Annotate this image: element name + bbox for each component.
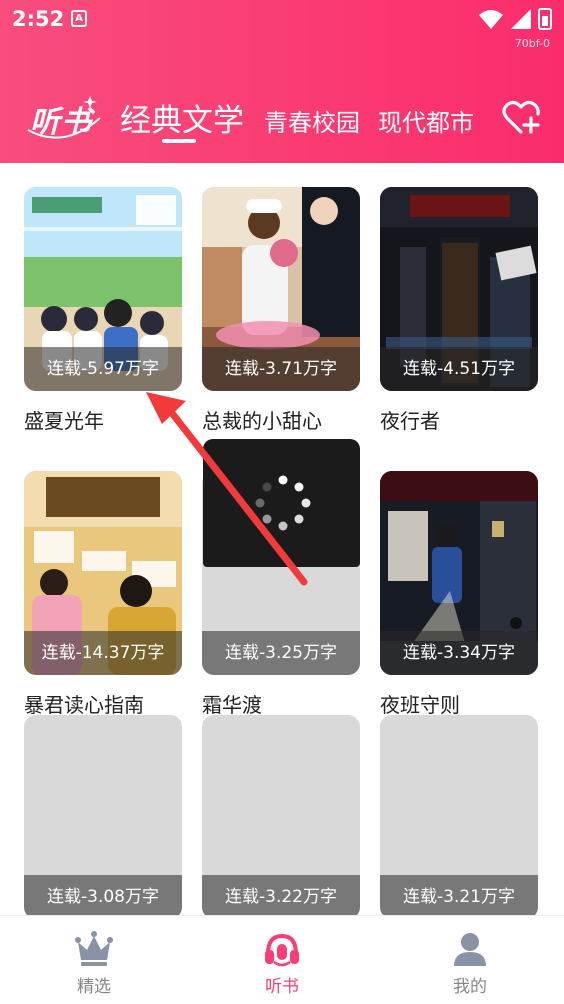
nav-label-mine: 我的 <box>453 977 487 997</box>
book-cover[interactable]: 连载-3.22万字 <box>202 715 360 915</box>
book-status: 连载-3.08万字 <box>24 875 182 915</box>
category-tabs: 经典文学 青春校园 现代都市 <box>120 95 492 143</box>
book-card[interactable]: 连载-3.34万字 夜班守则 <box>380 471 538 718</box>
user-icon <box>454 933 486 966</box>
loading-spinner-icon <box>255 475 311 531</box>
book-status: 连载-3.21万字 <box>380 875 538 915</box>
book-status: 连载-3.34万字 <box>380 631 538 675</box>
book-cover[interactable]: 连载-3.71万字 <box>202 187 360 391</box>
book-card[interactable]: 连载-3.71万字 总裁的小甜心 <box>202 187 360 434</box>
nav-item-mine[interactable]: 我的 <box>376 916 564 1004</box>
book-title[interactable]: 盛夏光年 <box>24 405 182 434</box>
book-cover[interactable]: 连载-3.08万字 <box>24 715 182 915</box>
book-card[interactable]: 连载-4.51万字 夜行者 <box>380 187 538 434</box>
app-header: 2:52 A 70bf-0 听书 经典文学 青春校园 现代都市 <box>0 0 564 163</box>
headphones-icon <box>265 933 299 967</box>
battery-icon <box>538 8 552 30</box>
book-card[interactable]: 连载-3.08万字 <box>24 715 182 915</box>
status-time: 2:52 <box>12 7 65 31</box>
book-title[interactable]: 夜班守则 <box>380 689 538 718</box>
book-status: 连载-3.22万字 <box>202 875 360 915</box>
crown-icon <box>75 931 113 966</box>
book-cover[interactable]: 连载-5.97万字 <box>24 187 182 391</box>
tab-youth-campus[interactable]: 青春校园 <box>264 103 360 138</box>
book-status: 连载-3.71万字 <box>202 347 360 391</box>
heart-plus-icon[interactable] <box>502 100 540 136</box>
nav-label-featured: 精选 <box>77 977 111 997</box>
book-title[interactable]: 总裁的小甜心 <box>202 405 360 434</box>
book-status: 连载-3.25万字 <box>202 631 360 675</box>
nav-item-featured[interactable]: 精选 <box>0 916 188 1004</box>
debug-badge: 70bf-0 <box>514 37 550 50</box>
book-status: 连载-5.97万字 <box>24 347 182 391</box>
book-card[interactable]: 连载-14.37万字 暴君读心指南 <box>24 471 182 718</box>
book-title[interactable]: 夜行者 <box>380 405 538 434</box>
book-card[interactable]: 连载-3.21万字 <box>380 715 538 915</box>
tab-classic-literature[interactable]: 经典文学 <box>120 95 244 143</box>
app-logo: 听书 <box>30 105 92 140</box>
book-cover[interactable]: 连载-3.34万字 <box>380 471 538 675</box>
bottom-navigation: 精选 听书 我的 <box>0 915 564 1004</box>
book-status: 连载-14.37万字 <box>24 631 182 675</box>
book-title[interactable]: 霜华渡 <box>202 689 360 718</box>
wifi-icon <box>479 10 503 29</box>
book-card[interactable]: 连载-5.97万字 盛夏光年 <box>24 187 182 434</box>
cellular-signal-icon <box>511 9 531 29</box>
book-grid: 连载-5.97万字 盛夏光年 连载-3.71万字 总裁的小甜心 连载-4.51万… <box>0 163 564 915</box>
book-cover[interactable]: 连载-3.21万字 <box>380 715 538 915</box>
nav-label-listen: 听书 <box>265 977 299 997</box>
loading-overlay <box>203 439 360 567</box>
book-cover[interactable]: 连载-14.37万字 <box>24 471 182 675</box>
notification-icon: A <box>71 10 87 27</box>
book-cover[interactable]: 连载-4.51万字 <box>380 187 538 391</box>
status-icons <box>478 8 552 30</box>
tab-modern-urban[interactable]: 现代都市 <box>378 103 474 138</box>
book-title[interactable]: 暴君读心指南 <box>24 689 182 718</box>
book-status: 连载-4.51万字 <box>380 347 538 391</box>
nav-item-listen[interactable]: 听书 <box>188 916 376 1004</box>
book-card[interactable]: 连载-3.22万字 <box>202 715 360 915</box>
